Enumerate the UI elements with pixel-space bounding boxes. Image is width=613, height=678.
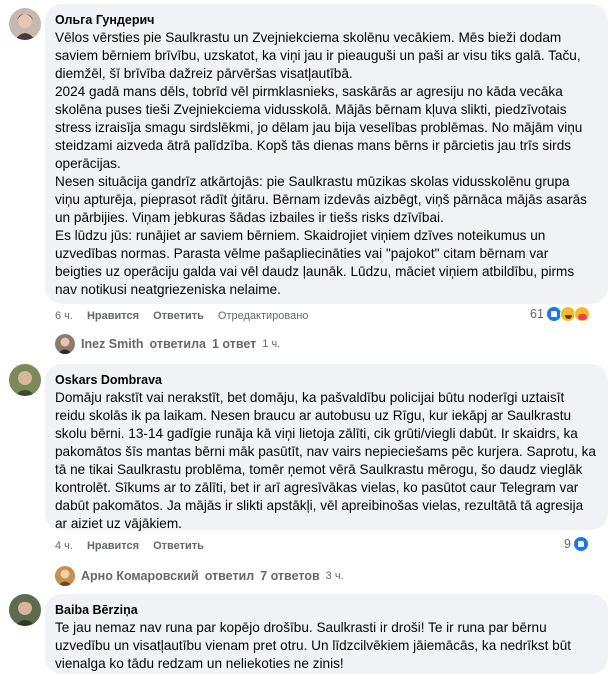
comment-actions: 6 ч. Нравится Ответить Отредактировано xyxy=(55,308,308,324)
replies-row[interactable]: Арно Комаровский ответил 7 ответов 3 ч. xyxy=(55,566,344,586)
comment-paragraph: Nesen situācija gandrīz atkārtojās: pie … xyxy=(55,174,587,225)
comment-author[interactable]: Baiba Bērziņa xyxy=(55,602,596,618)
comment-author[interactable]: Oskars Dombrava xyxy=(55,372,596,388)
comment-paragraph: Te jau nemaz nav runa par kopējo drošību… xyxy=(55,620,572,671)
comment-author[interactable]: Ольга Гундерич xyxy=(55,12,596,28)
like-button[interactable]: Нравится xyxy=(87,310,139,322)
reply-action[interactable]: ответила xyxy=(150,337,206,351)
reaction-count: 61 xyxy=(530,307,544,321)
reply-button[interactable]: Ответить xyxy=(153,540,204,552)
care-reaction-icon xyxy=(573,306,590,322)
avatar[interactable] xyxy=(9,364,41,396)
reaction-count: 9 xyxy=(564,537,571,551)
reply-avatar xyxy=(55,334,75,354)
comment-paragraph: 2024 gadā mans dēls, tobrīd vēl pirmklas… xyxy=(55,84,583,171)
comment-bubble: Oskars Dombrava Domāju rakstīt vai nerak… xyxy=(45,364,608,533)
reply-action[interactable]: ответил xyxy=(205,569,255,583)
like-reaction-icon xyxy=(572,536,589,552)
comment-paragraph: Vēlos vērsties pie Saulkrastu un Zvejnie… xyxy=(55,30,581,81)
comment-time[interactable]: 6 ч. xyxy=(55,310,73,322)
reply-author[interactable]: Арно Комаровский xyxy=(81,569,199,583)
edited-label: Отредактировано xyxy=(217,310,309,322)
comment-bubble: Baiba Bērziņa Te jau nemaz nav runa par … xyxy=(45,594,608,674)
reply-button[interactable]: Ответить xyxy=(153,310,204,322)
comment-paragraph: Domāju rakstīt vai nerakstīt, bet domāju… xyxy=(55,390,596,531)
comment-time[interactable]: 4 ч. xyxy=(55,540,73,552)
reply-avatar xyxy=(55,566,75,586)
avatar[interactable] xyxy=(9,8,41,40)
comment-paragraph: Es lūdzu jūs: runājiet ar saviem bērniem… xyxy=(55,228,575,297)
reply-time: 3 ч. xyxy=(325,570,344,582)
comment-text: Te jau nemaz nav runa par kopējo drošību… xyxy=(55,619,596,673)
reply-count[interactable]: 7 ответов xyxy=(260,569,319,583)
reply-time: 1 ч. xyxy=(262,338,281,350)
comment-bubble: Ольга Гундерич Vēlos vērsties pie Saulkr… xyxy=(45,4,608,304)
comment-text: Vēlos vērsties pie Saulkrastu un Zvejnie… xyxy=(55,29,596,299)
comment-actions: 4 ч. Нравится Ответить xyxy=(55,538,204,554)
reply-author[interactable]: Inez Smith xyxy=(81,337,144,351)
avatar[interactable] xyxy=(9,594,41,626)
comment-text: Domāju rakstīt vai nerakstīt, bet domāju… xyxy=(55,389,596,533)
replies-row[interactable]: Inez Smith ответила 1 ответ 1 ч. xyxy=(55,334,280,354)
reaction-summary[interactable]: 9 xyxy=(564,536,589,552)
reply-count[interactable]: 1 ответ xyxy=(212,337,256,351)
like-button[interactable]: Нравится xyxy=(87,540,139,552)
reaction-summary[interactable]: 61 xyxy=(530,306,590,322)
